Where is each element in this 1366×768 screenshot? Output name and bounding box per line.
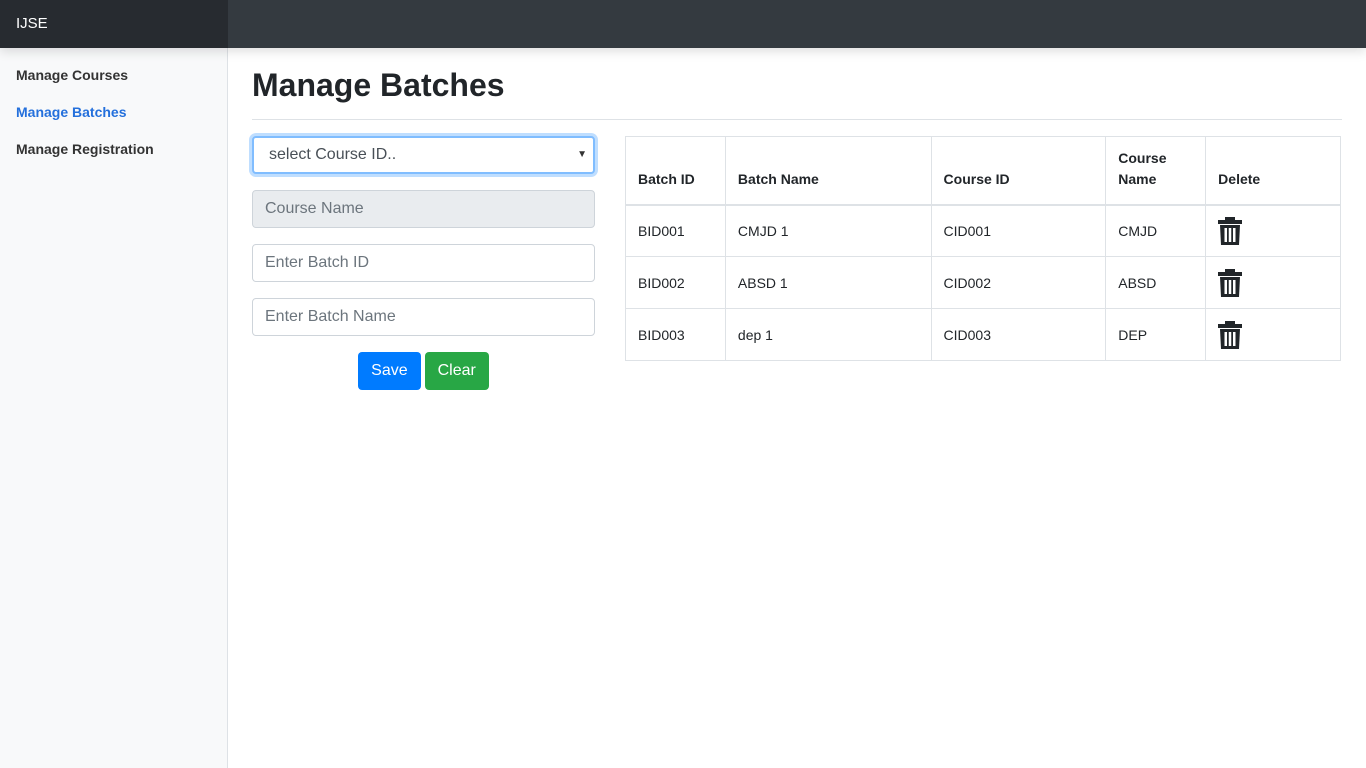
cell-delete <box>1205 256 1341 309</box>
cell-batch-name: dep 1 <box>724 308 932 361</box>
cell-batch-id: BID001 <box>625 204 726 257</box>
batch-name-field[interactable] <box>252 298 595 336</box>
trash-icon[interactable] <box>1218 268 1243 297</box>
cell-batch-id: BID003 <box>625 308 726 361</box>
batch-table: Batch ID Batch Name Course ID Course Nam… <box>625 136 1341 361</box>
sidebar-item-manage-registration[interactable]: Manage Registration <box>0 138 227 175</box>
header-delete: Delete <box>1205 136 1341 206</box>
main-content: Manage Batches select Course ID.. ▼ Save… <box>228 48 1366 768</box>
sidebar-item-manage-batches[interactable]: Manage Batches <box>0 101 227 138</box>
cell-course-name: DEP <box>1105 308 1207 361</box>
header-batch-id: Batch ID <box>625 136 726 206</box>
cell-course-id: CID002 <box>930 256 1107 309</box>
cell-delete <box>1205 308 1341 361</box>
cell-course-id: CID003 <box>930 308 1107 361</box>
header-course-name: Course Name <box>1105 136 1207 206</box>
save-button[interactable]: Save <box>358 352 421 390</box>
table-row[interactable]: BID003 dep 1 CID003 DEP <box>625 308 1341 361</box>
header-batch-name: Batch Name <box>724 136 932 206</box>
trash-icon[interactable] <box>1218 320 1243 349</box>
clear-button[interactable]: Clear <box>424 352 489 390</box>
batch-id-field[interactable] <box>252 244 595 282</box>
trash-icon[interactable] <box>1218 216 1243 245</box>
page-title: Manage Batches <box>252 66 1342 120</box>
cell-batch-name: CMJD 1 <box>724 204 932 257</box>
brand-logo[interactable]: IJSE <box>0 0 228 48</box>
course-id-select[interactable]: select Course ID.. ▼ <box>252 136 595 174</box>
sidebar-item-manage-courses[interactable]: Manage Courses <box>0 64 227 101</box>
batch-form: select Course ID.. ▼ Save Clear <box>252 136 595 390</box>
course-id-select-value: select Course ID.. <box>269 146 397 163</box>
course-name-field <box>252 190 595 228</box>
top-navbar: IJSE <box>0 0 1366 48</box>
header-course-id: Course ID <box>930 136 1107 206</box>
cell-delete <box>1205 204 1341 257</box>
cell-batch-id: BID002 <box>625 256 726 309</box>
cell-course-id: CID001 <box>930 204 1107 257</box>
table-header-row: Batch ID Batch Name Course ID Course Nam… <box>625 136 1341 206</box>
cell-batch-name: ABSD 1 <box>724 256 932 309</box>
chevron-down-icon: ▼ <box>577 149 587 160</box>
sidebar: Manage Courses Manage Batches Manage Reg… <box>0 48 228 768</box>
form-buttons: Save Clear <box>252 352 595 390</box>
batch-table-container: Batch ID Batch Name Course ID Course Nam… <box>625 136 1341 361</box>
table-row[interactable]: BID002 ABSD 1 CID002 ABSD <box>625 256 1341 309</box>
table-row[interactable]: BID001 CMJD 1 CID001 CMJD <box>625 204 1341 257</box>
cell-course-name: ABSD <box>1105 256 1207 309</box>
cell-course-name: CMJD <box>1105 204 1207 257</box>
